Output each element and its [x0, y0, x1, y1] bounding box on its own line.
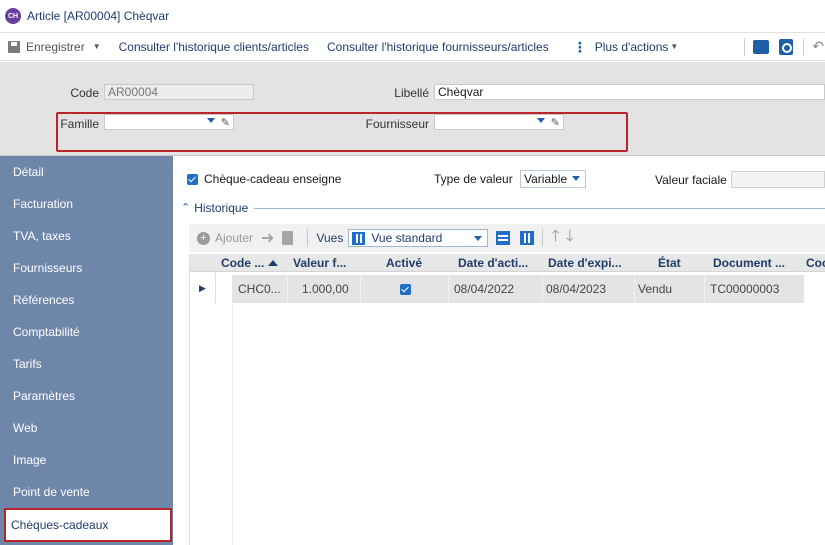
column-header-active[interactable]: Activé — [386, 256, 422, 270]
add-button[interactable]: + Ajouter — [197, 231, 253, 245]
sidebar-item-detail[interactable]: Détail — [0, 156, 173, 188]
sidebar: Détail Facturation TVA, taxes Fournisseu… — [0, 156, 173, 545]
cell-divider — [542, 275, 543, 303]
sidebar-item-web[interactable]: Web — [0, 412, 173, 444]
cell-document: TC00000003 — [710, 282, 780, 296]
cell-divider — [704, 275, 705, 303]
history-suppliers-button[interactable]: Consulter l'historique fournisseurs/arti… — [327, 40, 549, 54]
title-bar: CH Article [AR00004] Chèqvar — [0, 0, 825, 33]
window-title: Article [AR00004] Chèqvar — [27, 9, 170, 23]
sidebar-item-tarifs[interactable]: Tarifs — [0, 348, 173, 380]
cell-etat: Vendu — [638, 282, 673, 296]
cell-divider — [448, 275, 449, 303]
code-field: AR00004 — [104, 84, 254, 100]
trash-icon[interactable] — [282, 231, 294, 245]
arrow-up-icon[interactable]: 🡑 — [551, 225, 559, 252]
undo-icon[interactable]: ↶ — [812, 38, 824, 55]
row-highlight-frame — [56, 112, 628, 152]
grid-settings-icon[interactable] — [496, 231, 511, 245]
column-header-date-activation[interactable]: Date d'acti... — [458, 256, 528, 270]
historique-label: Historique — [194, 201, 249, 215]
table-row[interactable]: CHC0... 1.000,00 08/04/2022 08/04/2023 V… — [232, 275, 804, 303]
column-header-more[interactable]: Coc — [806, 256, 825, 270]
main-toolbar: Enregistrer ▼ Consulter l'historique cli… — [0, 33, 825, 61]
main-panel: Chèque-cadeau enseigne Type de valeur Va… — [173, 156, 825, 545]
sidebar-item-point-de-vente[interactable]: Point de vente — [0, 476, 173, 508]
libelle-label: Libellé — [394, 86, 429, 100]
add-label: Ajouter — [215, 231, 254, 245]
column-header-valeur[interactable]: Valeur f... — [293, 256, 346, 270]
sidebar-item-image[interactable]: Image — [0, 444, 173, 476]
type-valeur-value: Variable — [524, 172, 568, 186]
chevron-down-icon — [474, 236, 483, 241]
toolbar-divider — [307, 229, 309, 247]
plus-circle-icon: + — [197, 231, 210, 245]
cell-divider — [634, 275, 635, 303]
toolbar-divider — [542, 229, 544, 247]
toolbar-divider — [744, 37, 746, 56]
arrow-down-icon[interactable]: 🡓 — [566, 225, 574, 252]
chevron-down-icon[interactable]: ▼ — [93, 42, 101, 51]
cell-date-activation: 08/04/2022 — [454, 282, 515, 296]
grid-view-icon — [352, 231, 366, 245]
code-label: Code — [70, 86, 99, 100]
row-selector-icon[interactable]: ▶ — [190, 273, 216, 303]
chevron-down-icon — [572, 176, 580, 181]
cell-active-checkbox-icon[interactable] — [400, 284, 411, 295]
app-logo-icon: CH — [5, 8, 21, 24]
cell-valeur: 1.000,00 — [302, 282, 349, 296]
view-select-value: Vue standard — [371, 231, 443, 245]
cheque-enseigne-checkbox[interactable]: Chèque-cadeau enseigne — [187, 172, 341, 186]
valeur-faciale-label: Valeur faciale — [655, 173, 727, 187]
cell-code: CHC0... — [238, 282, 281, 296]
column-header-date-expiration[interactable]: Date d'expi... — [548, 256, 622, 270]
cell-divider — [287, 275, 288, 303]
column-header-etat[interactable]: État — [658, 256, 681, 270]
type-valeur-label: Type de valeur — [434, 172, 513, 186]
checkbox-checked-icon[interactable] — [187, 173, 198, 185]
floppy-disk-icon — [8, 40, 20, 53]
sidebar-item-references[interactable]: Références — [0, 284, 173, 316]
sidebar-item-fournisseurs[interactable]: Fournisseurs — [0, 252, 173, 284]
type-valeur-select[interactable]: Variable — [520, 170, 586, 188]
historique-grid: Code ... Valeur f... Activé Date d'acti.… — [189, 254, 825, 545]
cheque-enseigne-label: Chèque-cadeau enseigne — [204, 172, 342, 186]
valeur-faciale-field — [731, 171, 825, 188]
grid-header-row: Code ... Valeur f... Activé Date d'acti.… — [190, 254, 825, 272]
toolbar-divider — [803, 37, 805, 56]
view-select[interactable]: Vue standard — [348, 229, 489, 247]
sort-ascending-icon — [268, 260, 279, 266]
cell-date-expiration: 08/04/2023 — [546, 282, 607, 296]
column-header-document[interactable]: Document ... — [713, 256, 785, 270]
vues-label: Vues — [316, 231, 344, 245]
sidebar-item-cheques-cadeaux[interactable]: Chèques-cadeaux — [4, 508, 172, 542]
save-label: Enregistrer — [26, 39, 85, 54]
columns-config-icon[interactable] — [520, 231, 535, 245]
arrow-right-icon[interactable]: ➜ — [261, 228, 274, 248]
sidebar-item-tva-taxes[interactable]: TVA, taxes — [0, 220, 173, 252]
more-actions-button[interactable]: ⋮ Plus d'actions ▼ — [573, 40, 679, 54]
kebab-menu-icon: ⋮ — [572, 38, 587, 55]
chevron-down-icon: ▼ — [670, 42, 679, 51]
column-header-code[interactable]: Code ... — [221, 256, 279, 270]
more-actions-label: Plus d'actions — [594, 39, 669, 54]
collapse-icon[interactable]: ⌃ — [181, 201, 190, 214]
libelle-field[interactable]: Chèqvar — [434, 84, 825, 100]
cell-divider — [360, 275, 361, 303]
sidebar-item-comptabilite[interactable]: Comptabilité — [0, 316, 173, 348]
history-clients-button[interactable]: Consulter l'historique clients/articles — [119, 40, 309, 54]
grid-toolbar: + Ajouter ➜ Vues Vue standard 🡑 🡓 — [189, 224, 825, 252]
sidebar-item-facturation[interactable]: Facturation — [0, 188, 173, 220]
historique-section-header[interactable]: ⌃ Historique — [181, 200, 825, 216]
section-divider — [254, 207, 825, 209]
save-button[interactable]: Enregistrer ▼ — [8, 40, 101, 54]
sidebar-item-parametres[interactable]: Paramètres — [0, 380, 173, 412]
print-preview-icon[interactable] — [779, 38, 794, 55]
grid-divider — [232, 273, 233, 545]
printer-icon[interactable] — [753, 39, 770, 54]
